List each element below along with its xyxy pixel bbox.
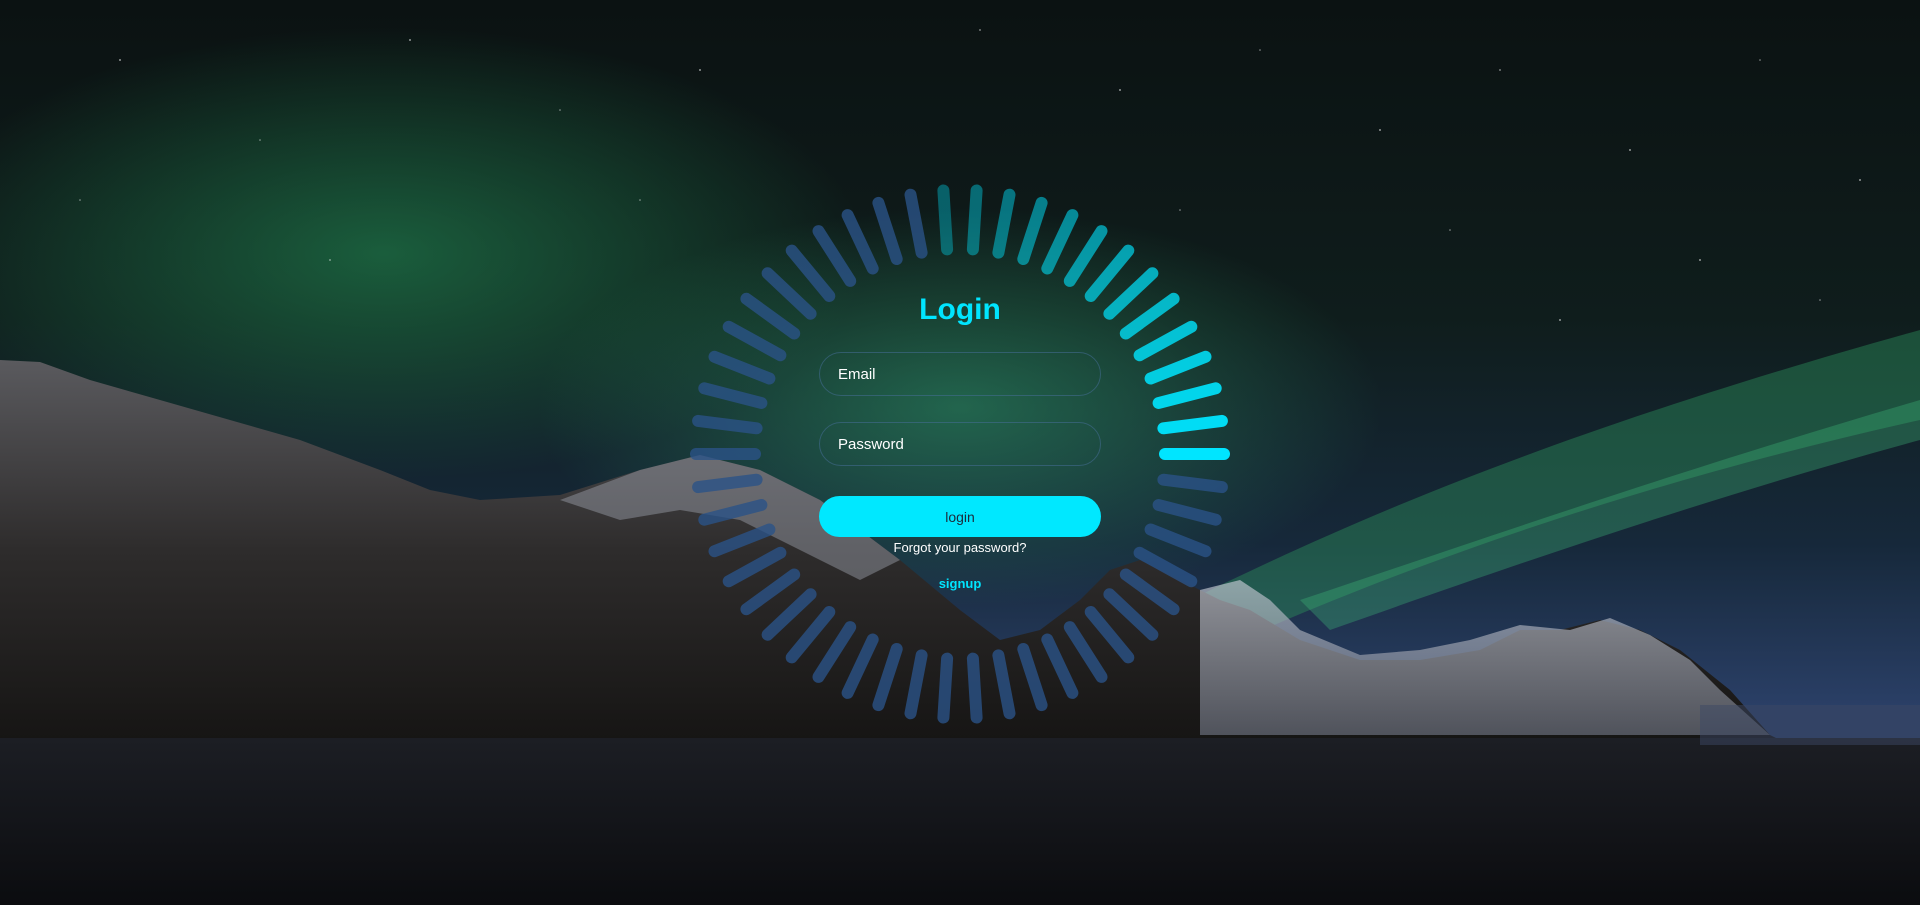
login-title: Login [919, 293, 1001, 326]
forgot-password-link[interactable]: Forgot your password? [819, 540, 1101, 555]
login-button[interactable]: login [819, 496, 1101, 537]
signup-link[interactable]: signup [819, 576, 1101, 591]
login-form: Login login Forgot your password? signup [819, 280, 1101, 600]
email-input[interactable] [819, 352, 1101, 396]
password-input[interactable] [819, 422, 1101, 466]
